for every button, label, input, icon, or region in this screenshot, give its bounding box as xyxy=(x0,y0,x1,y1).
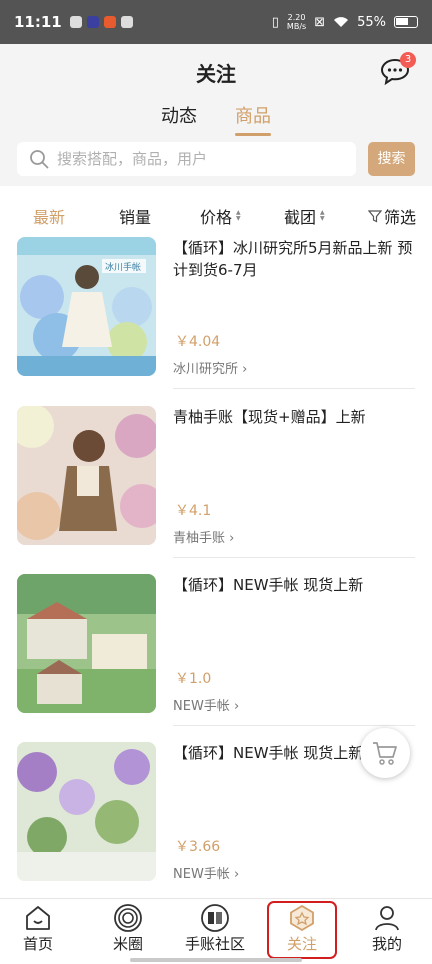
community-icon xyxy=(201,904,229,932)
cart-button[interactable] xyxy=(360,728,410,778)
filter-screen-label: 筛选 xyxy=(384,208,417,227)
product-thumbnail xyxy=(17,406,156,545)
wifi-icon xyxy=(334,17,349,27)
page-title: 关注 xyxy=(196,62,236,86)
product-price: ￥1.0 xyxy=(175,671,212,687)
nav-circle-label: 米圈 xyxy=(112,935,143,953)
divider xyxy=(173,725,415,726)
shop-link[interactable]: 冰川研究所 › xyxy=(173,358,247,377)
user-icon xyxy=(375,906,399,931)
message-button[interactable]: 3 xyxy=(380,52,416,86)
filter-screen[interactable]: 筛选 xyxy=(368,204,416,228)
tab-dynamics[interactable]: 动态 xyxy=(161,102,197,136)
notification-icon xyxy=(86,16,99,28)
net-speed-unit: MB/s xyxy=(286,22,307,31)
chevron-right-icon: › xyxy=(233,699,240,714)
net-speed: 2.20 MB/s xyxy=(287,13,306,31)
home-indicator xyxy=(130,958,302,962)
chevron-right-icon: › xyxy=(242,362,248,377)
follow-icon xyxy=(290,905,314,931)
product-card[interactable]: 青柚手账【现货+赠品】上新 ￥4.1 青柚手账 › xyxy=(17,406,415,558)
tab-bar: 动态 商品 xyxy=(0,102,432,136)
product-list-area: 最新 销量 价格 ▲ ▼ 截团 ▲ ▼ 筛选 冰川手帐 【循环】冰川研究所5月新品上新 … xyxy=(0,186,432,898)
sim-icon: ⊠ xyxy=(314,14,326,30)
nav-home-label: 首页 xyxy=(22,935,53,953)
thumbnail-caption: 冰川手帐 xyxy=(105,261,141,273)
nav-community-label: 手账社区 xyxy=(184,935,245,953)
battery-icon xyxy=(394,16,418,28)
divider xyxy=(173,388,415,389)
home-icon xyxy=(26,906,50,930)
nav-follow[interactable]: 关注 xyxy=(267,901,337,959)
header: 关注 3 动态 商品 搜索 xyxy=(0,44,432,186)
vibrate-icon: ▯ xyxy=(271,14,279,30)
product-price: ￥4.04 xyxy=(175,334,221,350)
tab-products[interactable]: 商品 xyxy=(235,102,271,136)
nav-circle[interactable]: 米圈 xyxy=(93,903,163,954)
shop-link[interactable]: NEW手帐 › xyxy=(173,863,239,882)
product-title: 【循环】冰川研究所5月新品上新 预计到货6-7月 xyxy=(173,239,413,279)
shop-link[interactable]: 青柚手账 › xyxy=(173,527,234,546)
status-bar: 11:11 ▯ 2.20 MB/s ⊠ 55% xyxy=(0,0,432,44)
divider xyxy=(173,557,415,558)
nav-mine-label: 我的 xyxy=(371,935,402,953)
status-time: 11:11 xyxy=(14,13,62,31)
nav-follow-label: 关注 xyxy=(286,935,317,953)
shop-name: 青柚手账 xyxy=(173,531,226,546)
bottom-nav: 首页 米圈 手账社区 关注 我的 xyxy=(0,898,432,964)
sort-arrows-icon: ▲ ▼ xyxy=(320,209,325,222)
product-card[interactable]: 【循环】NEW手帐 现货上新 ￥3.66 NEW手帐 › xyxy=(17,742,415,882)
shop-name: 冰川研究所 xyxy=(173,362,239,377)
filter-latest[interactable]: 最新 xyxy=(33,204,65,228)
product-card[interactable]: 【循环】NEW手帐 现货上新 ￥1.0 NEW手帐 › xyxy=(17,574,415,726)
product-thumbnail xyxy=(17,742,156,881)
product-price: ￥3.66 xyxy=(175,839,221,855)
search-button[interactable]: 搜索 xyxy=(368,142,415,176)
nav-community[interactable]: 手账社区 xyxy=(180,903,250,954)
net-speed-value: 2.20 xyxy=(287,13,306,22)
nav-home[interactable]: 首页 xyxy=(3,903,73,954)
notification-icon xyxy=(120,16,133,28)
search-icon xyxy=(30,150,49,169)
shop-name: NEW手帐 xyxy=(173,699,230,714)
chevron-right-icon: › xyxy=(229,531,235,546)
filter-deadline-label: 截团 xyxy=(284,208,317,227)
search-field[interactable] xyxy=(17,142,356,176)
circle-icon xyxy=(114,904,142,932)
filter-deadline[interactable]: 截团 ▲ ▼ xyxy=(284,204,325,228)
notification-icons xyxy=(69,16,133,28)
filter-sales[interactable]: 销量 xyxy=(119,204,151,228)
nav-mine[interactable]: 我的 xyxy=(352,903,422,954)
shop-name: NEW手帐 xyxy=(173,867,230,882)
chevron-right-icon: › xyxy=(233,867,240,882)
filter-sales-label: 销量 xyxy=(119,208,152,227)
product-card[interactable]: 冰川手帐 【循环】冰川研究所5月新品上新 预计到货6-7月 ￥4.04 冰川研究… xyxy=(17,237,415,389)
funnel-icon xyxy=(368,210,382,223)
product-title: 【循环】NEW手帐 现货上新 xyxy=(173,576,364,594)
search-input[interactable] xyxy=(57,150,337,168)
product-thumbnail xyxy=(17,574,156,713)
battery-percent: 55% xyxy=(357,14,386,30)
product-price: ￥4.1 xyxy=(175,503,212,519)
sort-arrows-icon: ▲ ▼ xyxy=(236,209,241,222)
filter-price[interactable]: 价格 ▲ ▼ xyxy=(200,204,241,228)
message-count-badge: 3 xyxy=(400,52,416,68)
cart-icon xyxy=(373,742,397,765)
product-thumbnail: 冰川手帐 xyxy=(17,237,156,376)
filter-price-label: 价格 xyxy=(200,208,233,227)
notification-icon xyxy=(103,16,116,28)
notification-icon xyxy=(69,16,82,28)
shop-link[interactable]: NEW手帐 › xyxy=(173,695,239,714)
filter-latest-label: 最新 xyxy=(33,208,66,227)
product-title: 青柚手账【现货+赠品】上新 xyxy=(173,408,366,426)
